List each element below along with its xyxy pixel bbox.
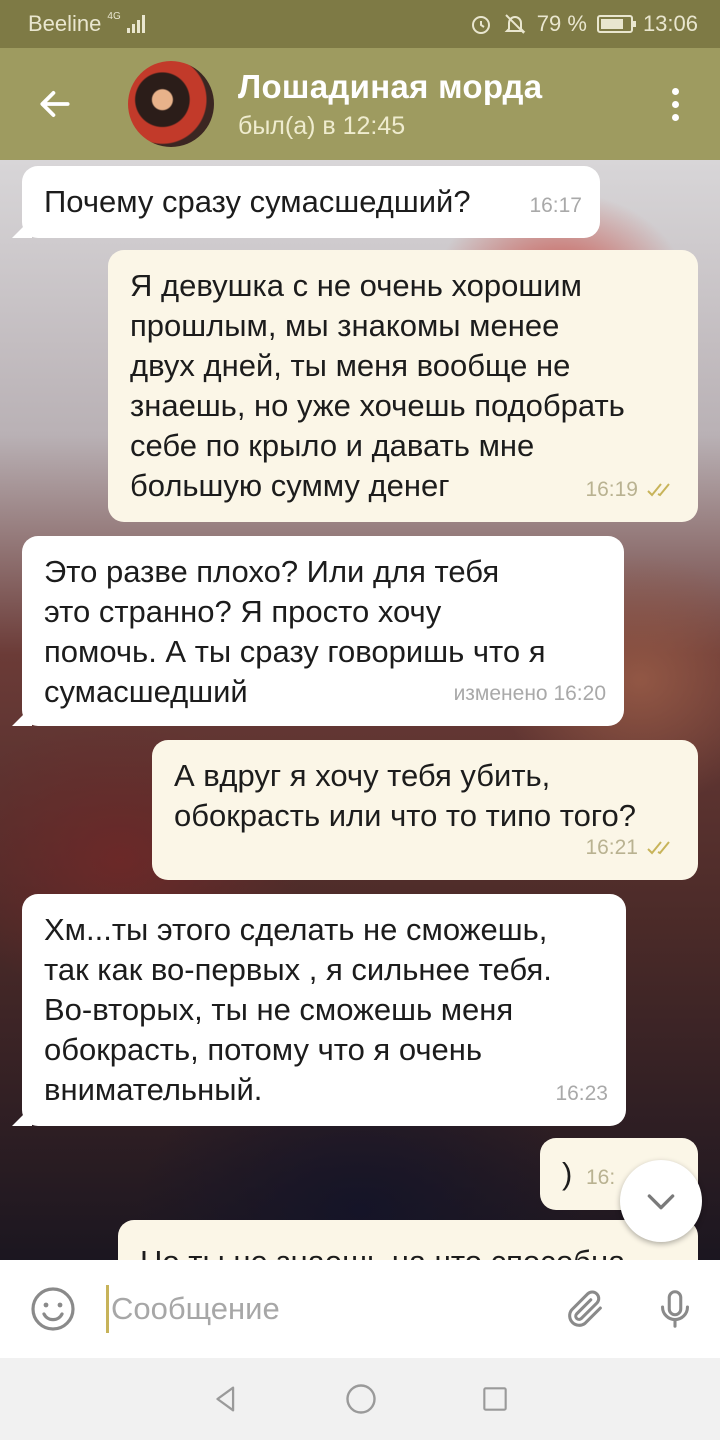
nav-back-icon[interactable] [209,1382,243,1416]
scroll-to-bottom-button[interactable] [620,1160,702,1242]
battery-fill [600,19,623,29]
clock: 13:06 [642,11,698,36]
message-time: 16:21 [585,836,638,859]
status-right: 79 % 13:06 [469,11,698,37]
message-text: Хм...ты этого сделать не сможешь, так ка… [44,912,552,1107]
alarm-icon [471,16,490,34]
muted-bell-icon [504,14,526,34]
paperclip-icon [568,1290,602,1327]
voice-record-button[interactable] [630,1286,720,1332]
message-outgoing[interactable]: А вдруг я хочу тебя убить, обокрасть или… [152,740,698,880]
attach-button[interactable] [540,1286,630,1332]
chevron-down-icon [647,1194,675,1210]
more-options-button[interactable] [630,48,720,160]
nav-home-icon[interactable] [343,1381,379,1417]
carrier-info: Beeline 4G [28,11,145,37]
message-outgoing[interactable]: Я девушка с не очень хорошим прошлым, мы… [108,250,698,522]
chat-header: Лошадиная морда был(а) в 12:45 [0,48,720,160]
microphone-icon [661,1290,689,1328]
more-vertical-icon [671,87,679,121]
message-input[interactable]: Сообщение [106,1279,540,1339]
message-text: Почему сразу сумасшедший? [44,184,471,219]
signal-icon [126,15,145,33]
back-button[interactable] [0,48,110,160]
message-text: А вдруг я хочу тебя убить, обокрасть или… [174,758,636,833]
text-cursor [106,1285,109,1333]
chat-area[interactable]: Почему сразу сумасшедший? 16:17 Я девушк… [0,160,720,1260]
avatar[interactable] [128,61,214,147]
message-outgoing[interactable]: Но ты не знаешь на что способна [118,1220,698,1260]
last-seen: был(а) в 12:45 [238,111,406,140]
contact-name: Лошадиная морда [238,67,543,105]
message-time: изменено 16:20 [453,682,606,705]
smile-icon [31,1287,75,1331]
message-time: 16:17 [529,194,582,217]
battery-percent: 79 % [536,11,587,36]
system-nav-bar [0,1358,720,1440]
message-time: 16: [586,1166,616,1189]
read-ticks-icon [647,483,670,497]
message-meta: 16:21 [585,828,680,868]
read-ticks-icon [647,841,670,855]
battery-icon [596,15,636,33]
contact-info[interactable]: Лошадиная морда был(а) в 12:45 [238,68,542,141]
nav-recents-icon[interactable] [479,1383,511,1415]
message-placeholder: Сообщение [111,1291,280,1326]
arrow-left-icon [40,91,70,117]
message-text: Но ты не знаешь на что способна [140,1236,678,1260]
emoji-button[interactable] [0,1285,106,1333]
message-incoming[interactable]: Это разве плохо? Или для тебя это странн… [22,536,624,726]
carrier-name: Beeline [28,11,102,36]
status-bar: Beeline 4G 79 % 13:06 [0,0,720,48]
message-incoming[interactable]: Хм...ты этого сделать не сможешь, так ка… [22,894,626,1126]
message-time: 16:23 [555,1082,608,1105]
message-meta: 16:19 [585,470,680,510]
message-time: 16:19 [585,478,638,501]
message-composer: Сообщение [0,1260,720,1358]
message-incoming[interactable]: Почему сразу сумасшедший? 16:17 [22,166,600,238]
network-type: 4G [107,10,121,22]
